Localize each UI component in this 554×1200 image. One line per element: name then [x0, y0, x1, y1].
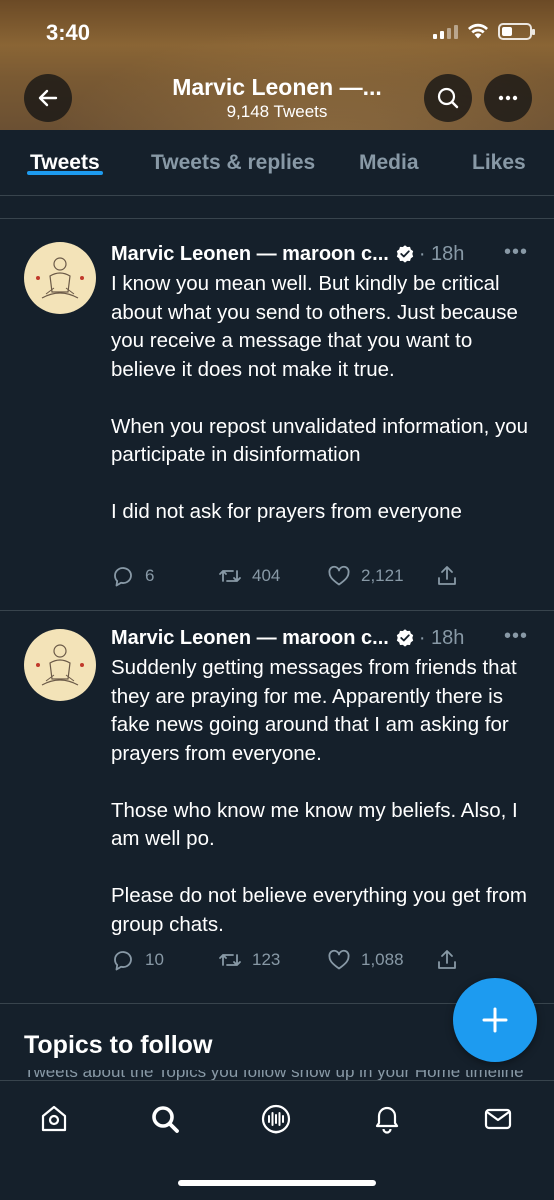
tweet-more-icon[interactable]: ••• [504, 241, 528, 264]
status-icons [433, 22, 535, 40]
verified-badge-icon [396, 245, 414, 263]
share-icon [438, 566, 456, 585]
topics-title: Topics to follow [24, 1031, 213, 1059]
retweet-button[interactable]: 404 [218, 564, 280, 588]
tab-likes[interactable]: Likes [472, 130, 526, 175]
notifications-icon [375, 1106, 399, 1134]
tweet-time: · 18h [418, 626, 465, 649]
tweet-card[interactable]: Marvic Leonen — maroon c... · 18h ••• Su… [0, 611, 554, 1003]
tweet-paragraph: Please do not believe everything you get… [111, 884, 527, 936]
more-options-button[interactable] [484, 74, 532, 122]
tweet-actions: 6 404 2,121 [111, 564, 471, 594]
like-button[interactable]: 2,121 [327, 564, 404, 588]
verified-badge-icon [396, 629, 414, 647]
back-button[interactable] [24, 74, 72, 122]
tab-media[interactable]: Media [359, 130, 419, 175]
profile-name-title: Marvic Leonen —... [172, 74, 382, 100]
like-count: 1,088 [361, 950, 404, 969]
avatar-illustration [36, 257, 84, 299]
retweet-button[interactable]: 123 [218, 948, 280, 972]
nav-search[interactable] [145, 1099, 185, 1139]
search-icon [152, 1106, 179, 1133]
reply-button[interactable]: 10 [111, 948, 164, 972]
like-button[interactable]: 1,088 [327, 948, 404, 972]
tweet-count: 9,148 Tweets [226, 102, 328, 121]
reply-count: 6 [145, 566, 155, 585]
like-icon [328, 565, 350, 586]
cellular-signal-icon [433, 23, 458, 39]
tweet-paragraph: I did not ask for prayers from everyone [111, 500, 462, 523]
tweet-paragraph: I know you mean well. But kindly be crit… [111, 272, 518, 381]
arrow-left-icon [38, 89, 58, 107]
retweet-count: 123 [252, 950, 281, 969]
tweet-card[interactable]: Marvic Leonen — maroon c... · 18h ••• I … [0, 219, 554, 611]
nav-notifications[interactable] [367, 1099, 407, 1139]
more-dots-icon [498, 95, 518, 101]
status-time: 3:40 [46, 20, 91, 45]
topics-subtitle: Tweets about the Topics you follow show … [24, 1070, 524, 1080]
tweet-paragraph: Suddenly getting messages from friends t… [111, 656, 517, 765]
avatar[interactable] [24, 242, 96, 314]
avatar[interactable] [24, 629, 96, 701]
share-icon [438, 950, 456, 969]
tweet-paragraph: When you repost unvalidated information,… [111, 414, 529, 467]
avatar-illustration [36, 644, 84, 686]
reply-icon [114, 567, 132, 587]
like-icon [328, 949, 350, 970]
retweet-icon [219, 570, 241, 582]
share-button[interactable] [435, 564, 459, 588]
tab-tweets[interactable]: Tweets [27, 130, 103, 175]
tweet-paragraph: Those who know me know my beliefs. Also,… [111, 798, 518, 851]
plus-icon [482, 1007, 508, 1033]
search-button[interactable] [424, 74, 472, 122]
profile-tabs: Tweets Tweets & replies Media Likes [0, 130, 554, 196]
tweet-header: Marvic Leonen — maroon c... · 18h ••• [111, 623, 534, 653]
messages-icon [484, 1108, 512, 1130]
profile-header-banner: 3:40 Marvic Leonen —... 9,148 Tweets [0, 0, 554, 130]
battery-icon [498, 22, 535, 40]
tweet-text: I know you mean well. But kindly be crit… [111, 270, 536, 527]
tweet-header: Marvic Leonen — maroon c... · 18h ••• [111, 239, 534, 269]
retweet-count: 404 [252, 566, 281, 585]
compose-tweet-button[interactable] [453, 978, 537, 1062]
share-button[interactable] [435, 948, 459, 972]
reply-count: 10 [145, 950, 164, 969]
author-name[interactable]: Marvic Leonen — maroon c... [111, 243, 389, 266]
home-icon [41, 1105, 67, 1132]
tab-tweets-and-replies[interactable]: Tweets & replies [151, 130, 315, 175]
tweet-time: · 18h [418, 242, 465, 265]
tweet-actions: 10 123 1,088 [111, 948, 471, 978]
search-icon [437, 87, 459, 109]
reply-icon [114, 951, 132, 971]
home-indicator[interactable] [178, 1180, 376, 1186]
spaces-icon [261, 1104, 291, 1134]
nav-messages[interactable] [478, 1099, 518, 1139]
nav-home[interactable] [34, 1099, 74, 1139]
topics-subtitle-text: Tweets about the Topics you follow show … [24, 1070, 524, 1080]
reply-button[interactable]: 6 [111, 564, 154, 588]
nav-spaces[interactable] [256, 1099, 296, 1139]
tweet-text: Suddenly getting messages from friends t… [111, 654, 536, 939]
wifi-icon [468, 23, 488, 39]
tweet-more-icon[interactable]: ••• [504, 625, 528, 648]
author-name[interactable]: Marvic Leonen — maroon c... [111, 627, 389, 650]
retweet-icon [219, 954, 241, 966]
like-count: 2,121 [361, 566, 404, 585]
